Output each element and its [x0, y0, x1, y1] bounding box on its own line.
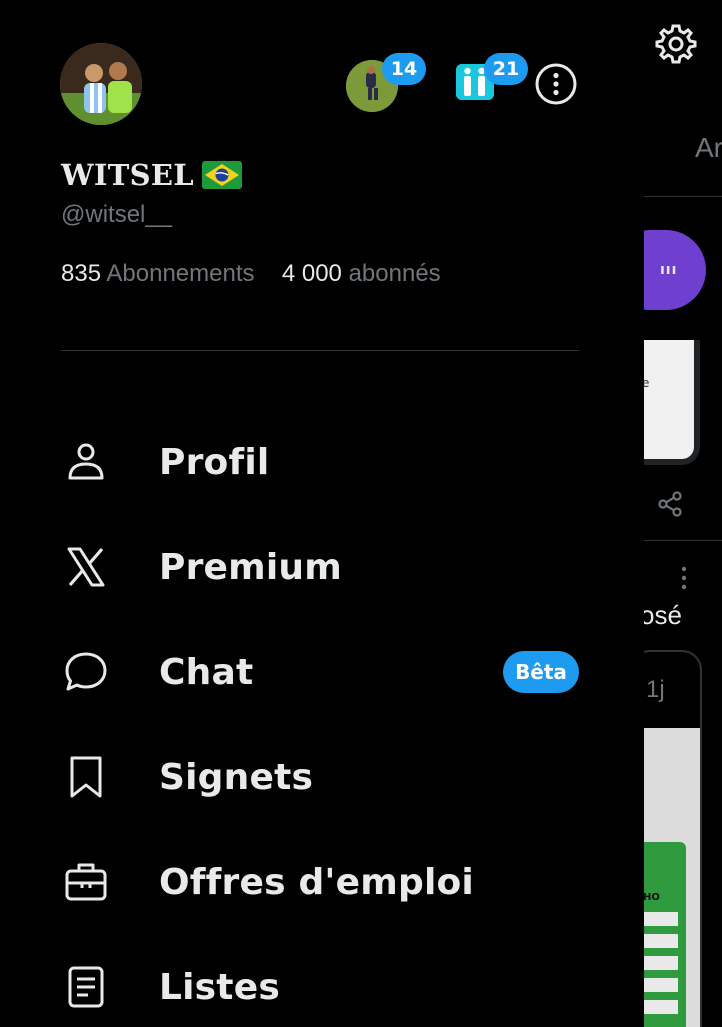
menu-item-signets[interactable]: Signets [0, 737, 600, 817]
background-board-row [644, 934, 678, 948]
background-board-row [644, 912, 678, 926]
briefcase-icon [65, 863, 107, 901]
avatar-photo-icon [60, 43, 142, 125]
followers-label: abonnés [348, 260, 441, 287]
menu-item-offres-emploi[interactable]: Offres d'emploi [0, 842, 600, 922]
following-link[interactable]: 835 Abonnements [61, 260, 261, 287]
display-name: WITSEL [61, 158, 194, 192]
profile-avatar[interactable] [60, 43, 142, 125]
person-icon [68, 443, 104, 480]
background-tab-label[interactable]: Ar [695, 132, 722, 164]
background-board-row [644, 978, 678, 992]
following-label: Abonnements [106, 260, 255, 287]
app-screen: Ar ııı e osé 1j HO 14 21 WITSEL @witsel_… [0, 0, 722, 1027]
list-icon [68, 966, 104, 1008]
background-pill-bars-icon: ııı [660, 262, 678, 278]
background-divider [644, 196, 722, 197]
background-post-text: osé [640, 600, 682, 630]
menu-label: Listes [159, 966, 280, 1008]
follow-stats: 835 Abonnements 4 000 abonnés [61, 260, 441, 288]
followers-count: 4 000 [281, 260, 342, 287]
menu-label: Premium [159, 546, 342, 588]
bookmark-icon [70, 756, 102, 798]
menu-item-premium[interactable]: Premium [0, 527, 600, 607]
menu-item-profil[interactable]: Profil [0, 422, 600, 502]
share-icon[interactable] [656, 490, 684, 518]
background-board-row [644, 1000, 678, 1014]
notification-badge: 14 [382, 53, 426, 85]
brazil-flag-icon [201, 161, 242, 189]
menu-label: Profil [159, 441, 270, 483]
profile-handle[interactable]: @witsel__ [61, 201, 172, 229]
menu-item-chat[interactable]: Chat Bêta [0, 632, 600, 712]
menu-label: Signets [159, 756, 314, 798]
menu-label: Chat [159, 651, 254, 693]
menu-item-listes[interactable]: Listes [0, 947, 600, 1027]
settings-gear-icon[interactable] [652, 20, 700, 68]
profile-name-row[interactable]: WITSEL [61, 157, 242, 193]
background-post-time: 1j [646, 676, 665, 703]
x-logo-icon [67, 547, 105, 587]
drawer-divider [61, 350, 579, 351]
more-options-icon[interactable] [534, 62, 578, 106]
following-count: 835 [61, 260, 102, 287]
chat-bubble-icon [65, 652, 107, 691]
navigation-drawer: 14 21 WITSEL @witsel__ 835 Abonnements 4… [0, 0, 644, 1027]
background-image-text: HO [643, 892, 660, 903]
followers-link[interactable]: 4 000 abonnés [282, 260, 441, 287]
post-more-icon[interactable] [674, 564, 694, 592]
beta-badge: Bêta [503, 651, 579, 693]
background-divider [644, 540, 722, 541]
background-board-row [644, 956, 678, 970]
notification-badge: 21 [484, 53, 528, 85]
menu-label: Offres d'emploi [159, 861, 474, 903]
